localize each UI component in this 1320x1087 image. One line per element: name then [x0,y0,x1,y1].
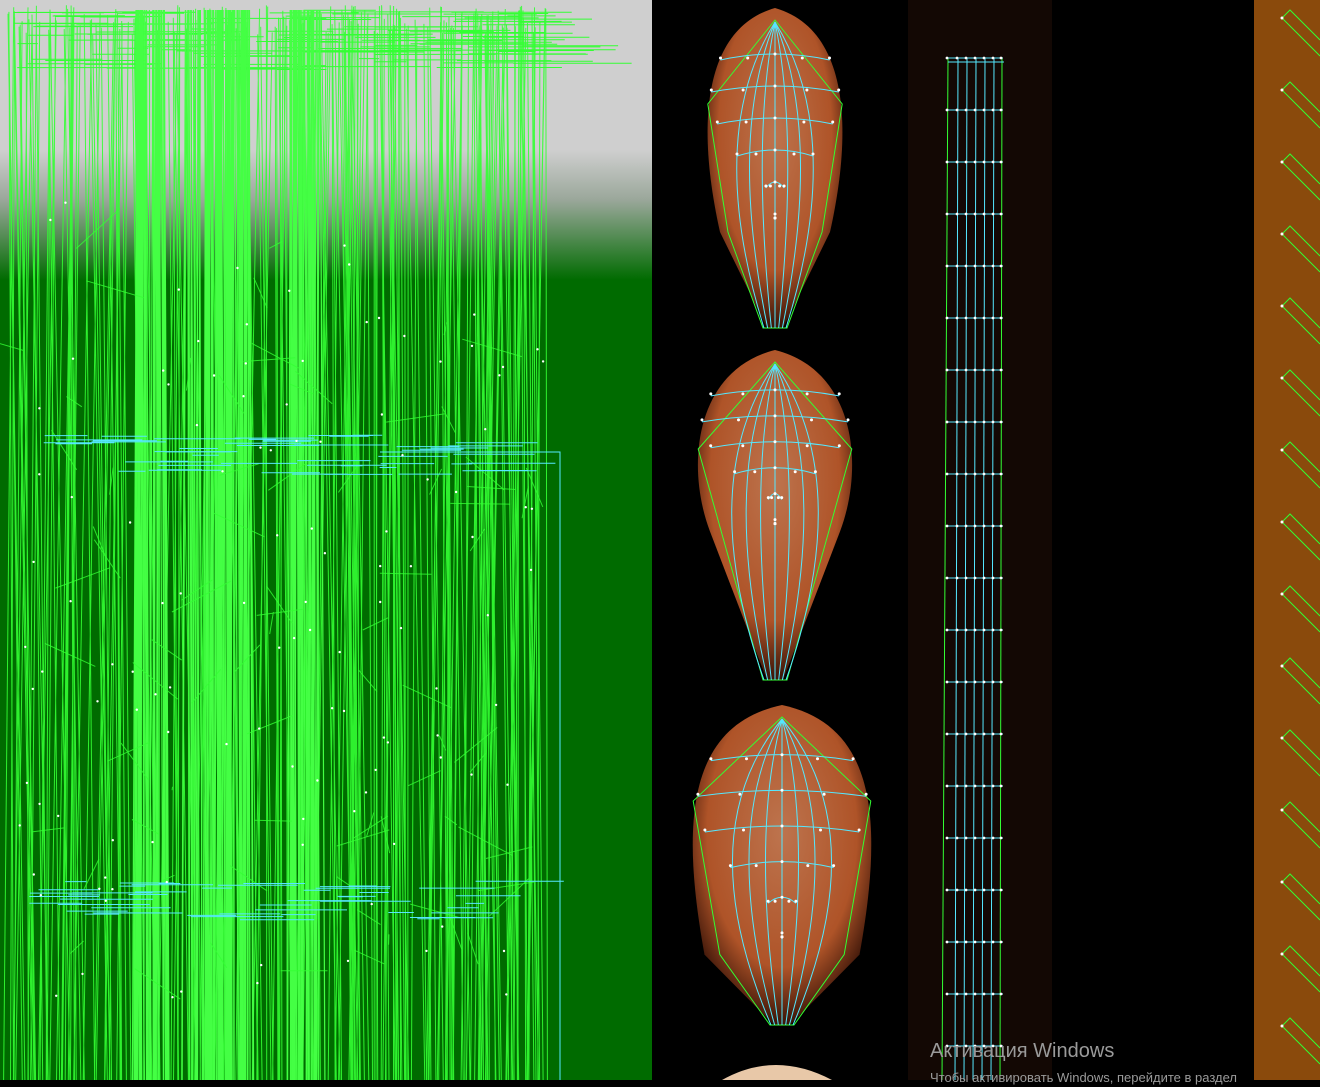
brown-strip-uv-pattern [1280,9,1320,1065]
uv-wireframe-dense [0,5,632,1080]
empty-texture-area [1052,0,1254,1080]
uv-layout-panel[interactable] [0,0,652,1080]
rachis-uv-grid [941,56,1004,1080]
brown-texture-strip[interactable] [1254,0,1320,1080]
rachis-texture-strip[interactable] [908,0,1052,1080]
feather-texture-layer [692,8,872,1080]
texture-atlas-panel[interactable] [652,0,908,1080]
uv-editor-viewport[interactable] [0,0,1320,1080]
